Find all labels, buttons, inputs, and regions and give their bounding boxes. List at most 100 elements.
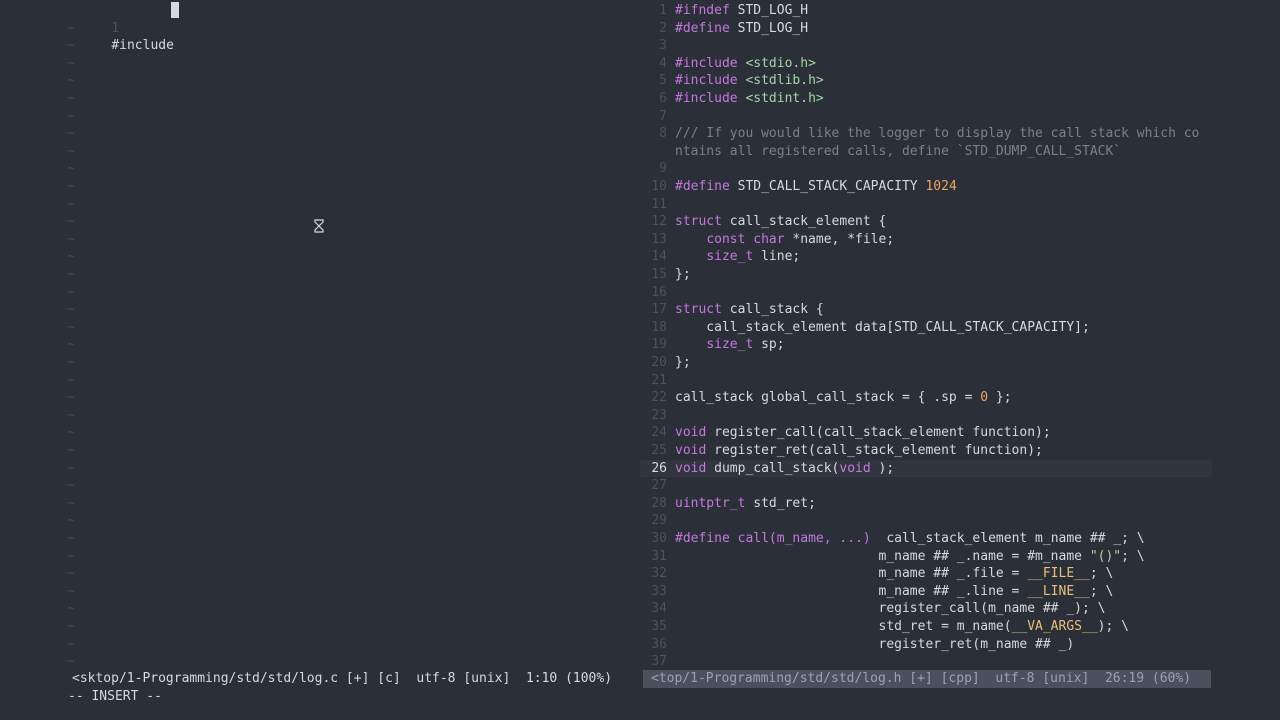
- code-line[interactable]: 12 struct call_stack_element {: [640, 213, 1212, 231]
- line-number: 11: [651, 196, 667, 212]
- code-line[interactable]: 24 void register_call(call_stack_element …: [640, 424, 1212, 442]
- code-line[interactable]: 3: [640, 37, 1212, 55]
- code-token: void: [839, 460, 879, 476]
- code-token: const char: [706, 231, 793, 247]
- code-line[interactable]: 15};: [640, 266, 1212, 284]
- code-token: struct: [675, 302, 730, 318]
- line-number: 10: [651, 179, 667, 194]
- empty-line-marker: ~: [67, 179, 75, 194]
- code-token: register_call(call_stack_element functio…: [714, 425, 1051, 441]
- line-number: 28: [651, 495, 667, 511]
- code-line[interactable]: 28 uintptr_t std_ret;: [640, 495, 1212, 513]
- code-token: std_ret;: [753, 495, 816, 511]
- line-number: 1: [111, 20, 120, 36]
- code-token: dump_call_stack(: [714, 460, 840, 476]
- code-token: struct: [675, 214, 730, 230]
- code-line[interactable]: 30 #define call(m_name, ...) call_stack_e…: [640, 530, 1212, 548]
- empty-line-marker: ~: [67, 443, 75, 458]
- empty-line-marker: ~: [67, 267, 75, 282]
- empty-line-marker: ~: [67, 601, 75, 617]
- code-line[interactable]: 13 const char *name, *file;: [640, 231, 1212, 249]
- code-token: std_ret = m_name(: [675, 619, 1012, 634]
- code-token: size_t: [706, 249, 762, 265]
- code-token: void: [675, 443, 715, 458]
- line-number: 19: [651, 337, 667, 353]
- code-line[interactable]: 11: [640, 196, 1212, 214]
- code-line[interactable]: 31 m_name ## _.name = #m_name "()"; \: [640, 548, 1212, 566]
- empty-line-marker: ~: [67, 619, 75, 634]
- line-number: 21: [651, 372, 667, 388]
- code-line[interactable]: 8 /// If you would like the logger to dis…: [640, 125, 1212, 143]
- line-number: 9: [659, 161, 667, 177]
- empty-line-marker: ~: [67, 548, 75, 564]
- code-line[interactable]: 36 register_ret(m_name ## _): [640, 636, 1212, 654]
- code-line[interactable]: 2 #define STD_LOG_H: [640, 20, 1212, 38]
- line-number: 35: [651, 619, 667, 634]
- line-number: 12: [651, 214, 667, 230]
- code-line[interactable]: 26 void dump_call_stack(void );: [640, 459, 1212, 478]
- empty-line-marker: ~: [67, 636, 75, 652]
- code-token: };: [675, 355, 691, 370]
- code-line[interactable]: 16: [640, 284, 1212, 302]
- code-line[interactable]: 17 struct call_stack {: [640, 301, 1212, 319]
- code-line[interactable]: 34 register_call(m_name ## _); \: [640, 600, 1212, 618]
- empty-line-marker: ~: [67, 91, 75, 106]
- code-token: call_stack_element data[STD_CALL_STACK_C…: [675, 319, 1090, 335]
- code-token: #include: [675, 91, 746, 106]
- code-line[interactable]: 10 #define STD_CALL_STACK_CAPACITY 1024: [640, 178, 1212, 196]
- code-token: *name, *file;: [792, 231, 895, 247]
- left-line-1[interactable]: 1 #include: [80, 2, 182, 54]
- line-number: 32: [651, 566, 667, 582]
- line-number: 33: [651, 583, 667, 599]
- line-number: 4: [659, 55, 667, 71]
- code-token: STD_LOG_H: [737, 20, 809, 36]
- empty-line-marker: ~: [67, 302, 75, 318]
- empty-line-marker: ~: [67, 337, 75, 353]
- code-line[interactable]: 9: [640, 160, 1212, 178]
- code-token: #include: [675, 55, 746, 71]
- empty-line-marker: ~: [67, 231, 75, 247]
- line-number: 26: [651, 460, 667, 476]
- code-line[interactable]: ntains all registered calls, define `STD…: [640, 143, 1212, 161]
- code-line[interactable]: 1 #ifndef STD_LOG_H: [640, 2, 1212, 20]
- code-token: __VA_ARGS__: [1011, 619, 1098, 634]
- code-line[interactable]: 33 m_name ## _.line = __LINE__; \: [640, 583, 1212, 601]
- code-token: void: [675, 425, 715, 441]
- code-token: };: [675, 267, 691, 282]
- code-line[interactable]: 23: [640, 407, 1212, 425]
- code-line[interactable]: 6 #include <stdint.h>: [640, 90, 1212, 108]
- code-token: call_stack_element {: [729, 214, 887, 230]
- code-line[interactable]: 20};: [640, 354, 1212, 372]
- code-token: register_ret(m_name ## _): [675, 636, 1075, 652]
- line-number: 14: [651, 249, 667, 265]
- code-line[interactable]: 14 size_t line;: [640, 248, 1212, 266]
- code-token: __FILE__: [1027, 566, 1090, 582]
- left-editor-pane[interactable]: 1 #include ~ ~ ~ ~ ~ ~ ~ ~ ~ ~ ~ ~ ~ ~ ~ ~ ~ ~ ~ ~ ~ ~ ~ ~ ~ ~ ~ ~ ~…: [0, 0, 640, 670]
- code-line[interactable]: 22 call_stack global_call_stack = { .sp =…: [640, 389, 1212, 407]
- empty-line-marker: ~: [67, 407, 75, 423]
- line-number: 8: [659, 126, 667, 142]
- code-line[interactable]: 18 call_stack_element data[STD_CALL_STAC…: [640, 319, 1212, 337]
- code-line[interactable]: 37: [640, 653, 1212, 670]
- empty-line-marker: ~: [67, 513, 75, 529]
- code-line[interactable]: 32 m_name ## _.file = __FILE__; \: [640, 565, 1212, 583]
- code-line[interactable]: 25 void register_ret(call_stack_element f…: [640, 442, 1212, 460]
- empty-line-marker: ~: [67, 108, 75, 124]
- code-line[interactable]: 4 #include <stdio.h>: [640, 55, 1212, 73]
- code-line[interactable]: 27: [640, 477, 1212, 495]
- code-line[interactable]: 29: [640, 512, 1212, 530]
- code-line[interactable]: 21: [640, 372, 1212, 390]
- empty-line-marker: ~: [67, 372, 75, 388]
- code-line[interactable]: 5 #include <stdlib.h>: [640, 72, 1212, 90]
- line-number: 1: [659, 3, 667, 18]
- code-line[interactable]: 7: [640, 108, 1212, 126]
- code-line[interactable]: 19 size_t sp;: [640, 336, 1212, 354]
- code-line[interactable]: 35 std_ret = m_name(__VA_ARGS__); \: [640, 618, 1212, 636]
- right-editor-pane[interactable]: 1 #ifndef STD_LOG_H 2 #define STD_LOG_H 3 4 #i…: [640, 0, 1280, 670]
- line-number: 17: [651, 302, 667, 318]
- empty-line-marker: ~: [67, 495, 75, 511]
- code-token: call_stack {: [729, 302, 824, 318]
- right-status-line: <top/1-Programming/std/std/log.h [+] [cp…: [643, 670, 1211, 688]
- code-token: };: [988, 390, 1012, 406]
